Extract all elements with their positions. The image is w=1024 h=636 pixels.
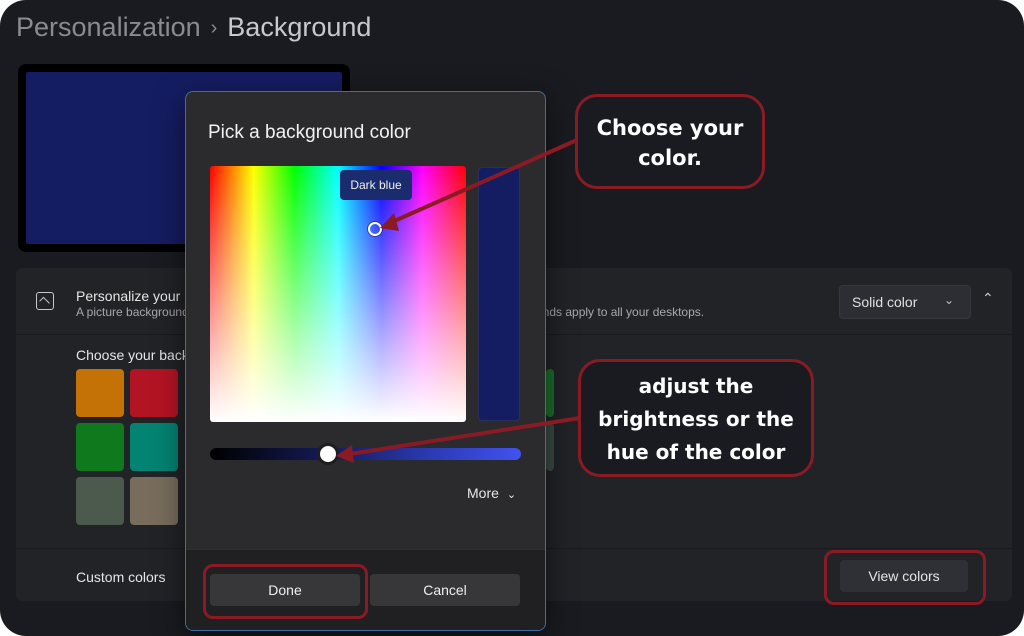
arrow-to-picker bbox=[391, 138, 578, 224]
arrowhead-to-picker bbox=[380, 213, 399, 231]
arrow-to-slider bbox=[349, 416, 581, 456]
annotation-arrows bbox=[336, 138, 581, 463]
arrowhead-to-slider bbox=[336, 445, 354, 463]
settings-window: Personalization › Background Personalize y… bbox=[0, 0, 1024, 636]
